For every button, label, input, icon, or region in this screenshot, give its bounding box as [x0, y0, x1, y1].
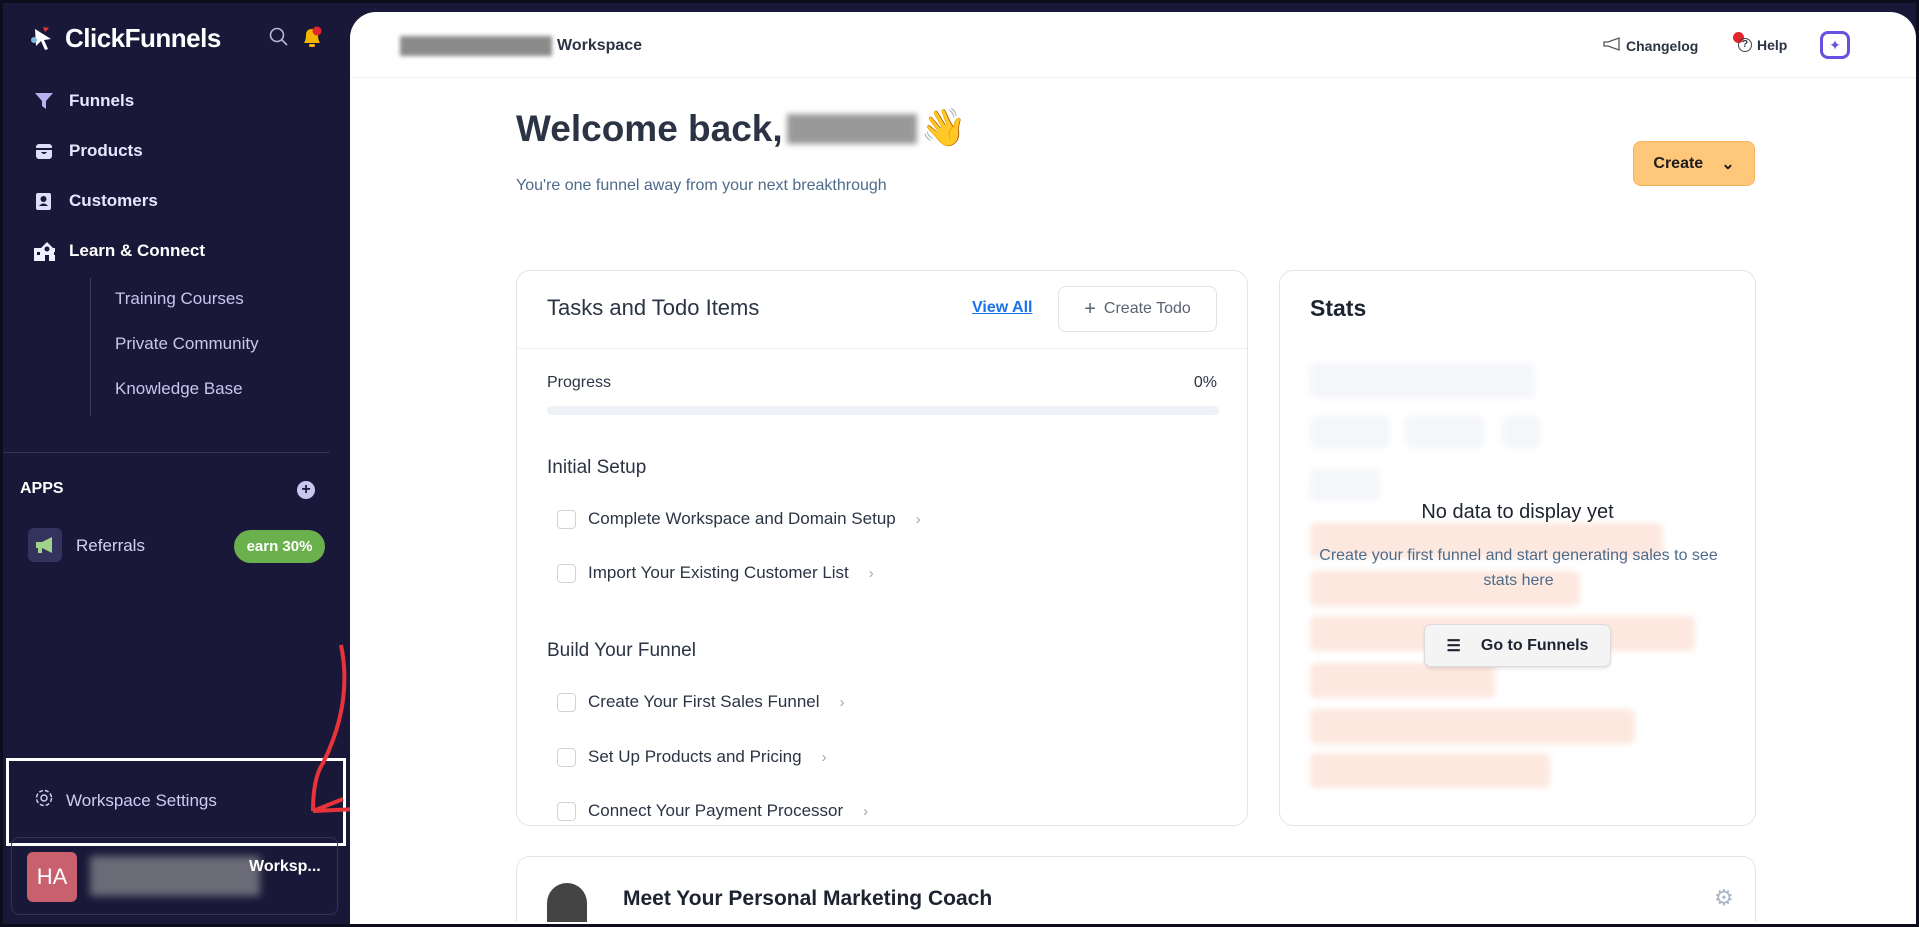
progress-value: 0%: [1194, 374, 1217, 392]
chevron-right-icon: ›: [822, 749, 827, 766]
workspace-settings-link[interactable]: Workspace Settings: [34, 788, 217, 813]
placeholder-skeleton: [1310, 469, 1380, 501]
task-item[interactable]: Complete Workspace and Domain Setup›: [557, 509, 921, 529]
tasks-title: Tasks and Todo Items: [547, 295, 759, 321]
coach-title: Meet Your Personal Marketing Coach: [623, 887, 992, 911]
task-item[interactable]: Connect Your Payment Processor›: [557, 801, 868, 821]
nav-learn-connect[interactable]: Learn & Connect: [33, 240, 205, 262]
stats-card: Stats No data to display yet Create your…: [1279, 270, 1756, 826]
wave-emoji: 👋: [921, 107, 967, 150]
workspace-title: Workspace: [557, 37, 642, 55]
workspace-name: Worksp...: [249, 858, 321, 876]
account-switcher[interactable]: HA Worksp...: [11, 837, 338, 915]
task-item[interactable]: Set Up Products and Pricing›: [557, 747, 827, 767]
chevron-down-icon: ⌄: [1721, 154, 1734, 174]
placeholder-skeleton: [1310, 416, 1390, 448]
top-header: Workspace Changelog ? Help ✦: [350, 12, 1916, 78]
create-todo-button[interactable]: +Create Todo: [1058, 286, 1217, 332]
placeholder-bar: [1310, 709, 1635, 744]
app-window: ClickFunnels Funnels Products Customers …: [3, 3, 1916, 924]
submenu-divider: [90, 278, 91, 416]
placeholder-skeleton: [1502, 416, 1540, 448]
checkbox[interactable]: [557, 564, 576, 583]
nav-funnels[interactable]: Funnels: [33, 90, 134, 112]
checkbox[interactable]: [557, 748, 576, 767]
tasks-card: Tasks and Todo Items View All +Create To…: [516, 270, 1248, 826]
blurred-username: [787, 114, 917, 144]
empty-state-text: Create your first funnel and start gener…: [1305, 543, 1732, 593]
products-box-icon: [33, 140, 55, 162]
nav-knowledge-base[interactable]: Knowledge Base: [115, 379, 243, 399]
megaphone-icon: [28, 528, 62, 562]
nav-customers[interactable]: Customers: [33, 190, 158, 212]
coach-avatar: [547, 883, 587, 922]
task-item[interactable]: Create Your First Sales Funnel›: [557, 692, 845, 712]
cursor-logo-icon: [29, 25, 57, 53]
group-title: Initial Setup: [547, 457, 646, 479]
group-title: Build Your Funnel: [547, 640, 696, 662]
nav-training-courses[interactable]: Training Courses: [115, 289, 244, 309]
search-icon[interactable]: [269, 27, 289, 52]
view-all-link[interactable]: View All: [972, 299, 1032, 317]
main-panel: Workspace Changelog ? Help ✦ Welcome bac…: [350, 12, 1916, 924]
nav-products[interactable]: Products: [33, 140, 143, 162]
chevron-right-icon: ›: [840, 694, 845, 711]
apps-heading: APPS: [20, 480, 64, 498]
sidebar-divider: [3, 452, 330, 453]
help-button[interactable]: ? Help: [1738, 37, 1787, 53]
progress-bar: [547, 406, 1219, 415]
gear-icon[interactable]: ⚙: [1714, 885, 1734, 911]
stats-title: Stats: [1310, 295, 1366, 322]
changelog-button[interactable]: Changelog: [1603, 37, 1698, 54]
tasks-card-header: Tasks and Todo Items View All +Create To…: [517, 271, 1247, 349]
placeholder-bar: [1310, 753, 1550, 788]
welcome-subtitle: You're one funnel away from your next br…: [516, 177, 887, 195]
avatar: HA: [27, 852, 77, 902]
chevron-right-icon: ›: [863, 803, 868, 820]
megaphone-icon: [1603, 37, 1621, 54]
add-app-button[interactable]: +: [297, 481, 315, 499]
notification-bell-icon[interactable]: [300, 25, 324, 54]
contact-card-icon: [33, 190, 55, 212]
placeholder-skeleton: [1310, 363, 1535, 398]
nav-private-community[interactable]: Private Community: [115, 334, 259, 354]
placeholder-bar: [1310, 663, 1495, 698]
create-dropdown-button[interactable]: Create⌄: [1633, 141, 1755, 186]
help-circle-icon: ?: [1738, 38, 1752, 52]
ai-assistant-icon[interactable]: ✦: [1820, 31, 1850, 59]
welcome-heading: Welcome back, 👋: [516, 107, 967, 150]
checkbox[interactable]: [557, 510, 576, 529]
gear-icon: [34, 788, 54, 813]
checkbox[interactable]: [557, 802, 576, 821]
referrals-link[interactable]: Referrals: [76, 536, 145, 556]
go-to-funnels-button[interactable]: ☰Go to Funnels: [1424, 624, 1611, 667]
chevron-right-icon: ›: [869, 565, 874, 582]
plus-icon: +: [1084, 298, 1096, 321]
task-item[interactable]: Import Your Existing Customer List›: [557, 563, 874, 583]
empty-state-title: No data to display yet: [1280, 501, 1755, 524]
list-icon: ☰: [1447, 636, 1461, 656]
school-building-icon: [33, 240, 55, 262]
chevron-right-icon: ›: [916, 511, 921, 528]
funnel-icon: [33, 90, 55, 112]
earn-badge[interactable]: earn 30%: [234, 530, 325, 563]
progress-label: Progress: [547, 374, 611, 392]
placeholder-skeleton: [1405, 416, 1485, 448]
brand-logo[interactable]: ClickFunnels: [29, 23, 221, 54]
checkbox[interactable]: [557, 693, 576, 712]
blurred-name: [90, 856, 260, 896]
blurred-workspace: [400, 36, 552, 56]
coach-card: Meet Your Personal Marketing Coach ⚙: [516, 856, 1756, 922]
